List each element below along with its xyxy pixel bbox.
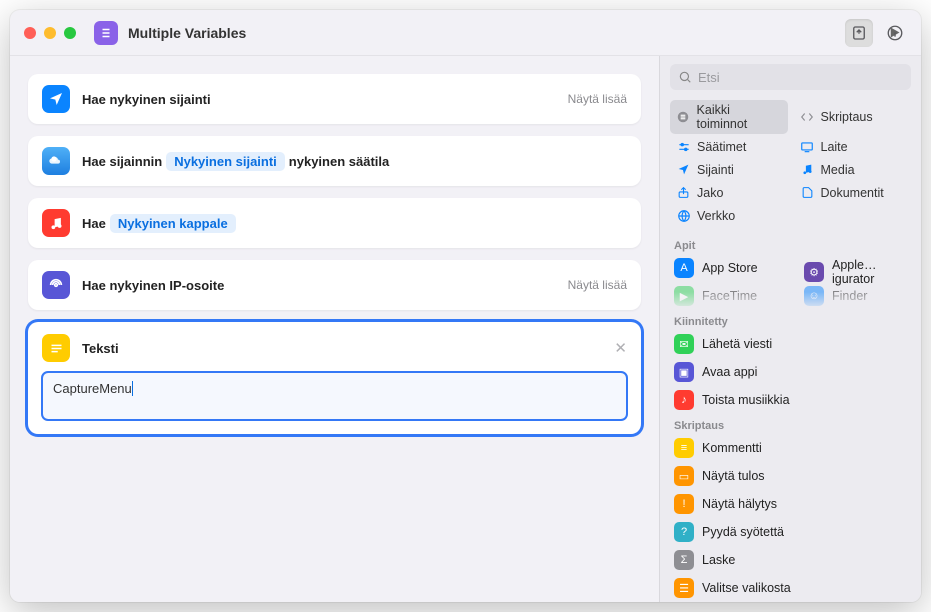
action-label: Hae Nykyinen kappale xyxy=(82,214,236,233)
input-icon: ? xyxy=(674,522,694,542)
music-icon xyxy=(42,209,70,237)
message-icon: ✉ xyxy=(674,334,694,354)
pinned-play-music[interactable]: ♪Toista musiikkia xyxy=(660,386,921,414)
library-sidebar: Kaikki toiminnot Skriptaus Säätimet Lait… xyxy=(659,56,921,602)
category-sharing[interactable]: Jako xyxy=(670,182,788,203)
section-apps: Apit xyxy=(660,234,921,254)
close-window-button[interactable] xyxy=(24,27,36,39)
action-get-weather[interactable]: Hae sijainnin Nykyinen sijainti nykyinen… xyxy=(28,136,641,186)
main-body: Hae nykyinen sijainti Näytä lisää Hae si… xyxy=(10,56,921,602)
action-get-song[interactable]: Hae Nykyinen kappale xyxy=(28,198,641,248)
section-scripting: Skriptaus xyxy=(660,414,921,434)
location-icon xyxy=(42,85,70,113)
scripting-ask-input[interactable]: ?Pyydä syötettä xyxy=(660,518,921,546)
show-more-button[interactable]: Näytä lisää xyxy=(568,92,627,106)
action-label: Hae nykyinen IP-osoite xyxy=(82,278,224,293)
zoom-window-button[interactable] xyxy=(64,27,76,39)
category-all[interactable]: Kaikki toiminnot xyxy=(670,100,788,134)
workflow-editor[interactable]: Hae nykyinen sijainti Näytä lisää Hae si… xyxy=(10,56,659,602)
scripting-choose-menu[interactable]: ☰Valitse valikosta xyxy=(660,574,921,602)
pinned-send-message[interactable]: ✉Lähetä viesti xyxy=(660,330,921,358)
category-controls[interactable]: Säätimet xyxy=(670,136,788,157)
configurator-icon: ⚙ xyxy=(804,262,824,282)
comment-icon: ≡ xyxy=(674,438,694,458)
action-label: Hae nykyinen sijainti xyxy=(82,92,211,107)
weather-icon xyxy=(42,147,70,175)
category-web[interactable]: Verkko xyxy=(670,205,788,226)
info-button[interactable] xyxy=(881,19,909,47)
show-more-button[interactable]: Näytä lisää xyxy=(568,278,627,292)
action-get-location[interactable]: Hae nykyinen sijainti Näytä lisää xyxy=(28,74,641,124)
playmusic-icon: ♪ xyxy=(674,390,694,410)
search-input[interactable] xyxy=(670,64,911,90)
scripting-show-alert[interactable]: !Näytä hälytys xyxy=(660,490,921,518)
result-icon: ▭ xyxy=(674,466,694,486)
library-toggle-button[interactable] xyxy=(845,19,873,47)
shortcut-title: Multiple Variables xyxy=(128,25,246,41)
app-finder[interactable]: ☺Finder xyxy=(790,282,881,310)
action-label: Hae sijainnin Nykyinen sijainti nykyinen… xyxy=(82,152,389,171)
category-scripting[interactable]: Skriptaus xyxy=(794,100,912,134)
category-device[interactable]: Laite xyxy=(794,136,912,157)
text-input[interactable]: CaptureMenu xyxy=(42,372,627,420)
shortcut-icon xyxy=(94,21,118,45)
section-pinned: Kiinnitetty xyxy=(660,310,921,330)
ip-icon xyxy=(42,271,70,299)
menu-icon: ☰ xyxy=(674,578,694,598)
action-text[interactable]: Teksti ✕ CaptureMenu xyxy=(28,322,641,434)
pinned-open-app[interactable]: ▣Avaa appi xyxy=(660,358,921,386)
scripting-comment[interactable]: ≡Kommentti xyxy=(660,434,921,462)
window-controls xyxy=(24,27,76,39)
app-window: Multiple Variables Hae nykyinen sijainti… xyxy=(10,10,921,602)
finder-icon: ☺ xyxy=(804,286,824,306)
category-grid: Kaikki toiminnot Skriptaus Säätimet Lait… xyxy=(660,98,921,234)
openapp-icon: ▣ xyxy=(674,362,694,382)
scripting-calculate[interactable]: ΣLaske xyxy=(660,546,921,574)
scripting-show-result[interactable]: ▭Näytä tulos xyxy=(660,462,921,490)
facetime-icon: ▶ xyxy=(674,286,694,306)
category-location[interactable]: Sijainti xyxy=(670,159,788,180)
appstore-icon: A xyxy=(674,258,694,278)
text-icon xyxy=(42,334,70,362)
calc-icon: Σ xyxy=(674,550,694,570)
action-list[interactable]: Apit AApp Store ⚙Apple…igurator ▶FaceTim… xyxy=(660,234,921,602)
action-label: Teksti xyxy=(82,341,119,356)
variable-token[interactable]: Nykyinen sijainti xyxy=(166,152,285,171)
category-documents[interactable]: Dokumentit xyxy=(794,182,912,203)
minimize-window-button[interactable] xyxy=(44,27,56,39)
alert-icon: ! xyxy=(674,494,694,514)
action-get-ip[interactable]: Hae nykyinen IP-osoite Näytä lisää xyxy=(28,260,641,310)
remove-action-button[interactable]: ✕ xyxy=(614,339,627,357)
variable-token[interactable]: Nykyinen kappale xyxy=(110,214,236,233)
category-media[interactable]: Media xyxy=(794,159,912,180)
